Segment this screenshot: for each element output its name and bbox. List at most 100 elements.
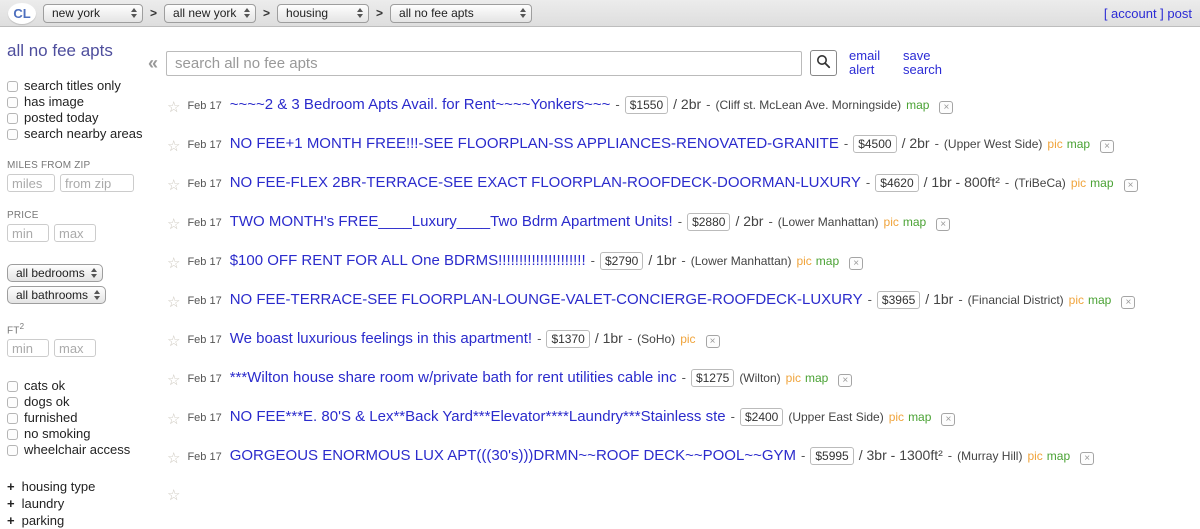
neighborhood: (Lower Manhattan)	[690, 254, 792, 268]
map-link[interactable]: map	[816, 254, 839, 268]
listing-title-link[interactable]: NO FEE+1 MONTH FREE!!!-SEE FLOORPLAN-SS …	[230, 135, 839, 152]
neighborhood: (SoHo)	[637, 332, 676, 346]
checkbox-furnished[interactable]: furnished	[7, 410, 148, 426]
listing-title-link[interactable]: NO FEE-FLEX 2BR-TERRACE-SEE EXACT FLOORP…	[230, 174, 861, 191]
checkbox-icon[interactable]	[7, 396, 18, 408]
hide-post-icon[interactable]: ×	[1080, 451, 1095, 465]
checkbox-icon[interactable]	[7, 80, 18, 92]
pic-link[interactable]: pic	[786, 371, 801, 385]
map-link[interactable]: map	[1067, 137, 1090, 151]
city-select[interactable]: new york	[43, 3, 143, 23]
hide-post-icon[interactable]: ×	[941, 412, 956, 426]
hide-post-icon[interactable]: ×	[705, 334, 720, 348]
checkbox-dogs-ok[interactable]: dogs ok	[7, 394, 148, 410]
checkbox-icon[interactable]	[7, 128, 18, 140]
favorite-star-icon[interactable]: ☆	[167, 332, 180, 350]
search-button[interactable]	[810, 50, 838, 76]
area-select[interactable]: all new york	[164, 3, 257, 23]
map-link[interactable]: map	[903, 215, 926, 229]
favorite-star-icon[interactable]: ☆	[167, 137, 180, 155]
category-select[interactable]: all no fee apts	[390, 3, 533, 23]
favorite-star-icon[interactable]: ☆	[167, 176, 180, 194]
checkbox-search-nearby-areas[interactable]: search nearby areas	[7, 126, 148, 142]
checkbox-icon[interactable]	[7, 412, 18, 424]
listing-title-link[interactable]: NO FEE***E. 80'S & Lex**Back Yard***Elev…	[230, 408, 726, 425]
save-search-link[interactable]: save search	[903, 49, 947, 77]
bedroom-size-info: / 3br - 1300ft²	[858, 447, 943, 463]
craigslist-logo[interactable]: CL	[8, 2, 36, 24]
listing-title-link[interactable]: TWO MONTH's FREE____Luxury____Two Bdrm A…	[230, 213, 673, 230]
map-link[interactable]: map	[805, 371, 828, 385]
listing-title-link[interactable]: ~~~~2 & 3 Bedroom Apts Avail. for Rent~~…	[230, 96, 611, 113]
expander-laundry[interactable]: + laundry	[7, 495, 148, 512]
hide-post-icon[interactable]: ×	[1100, 139, 1115, 153]
neighborhood: (Wilton)	[739, 371, 781, 385]
checkbox-icon[interactable]	[7, 428, 18, 440]
favorite-star-icon[interactable]: ☆	[167, 254, 180, 272]
listing-title-link[interactable]: ***Wilton house share room w/private bat…	[230, 369, 677, 386]
pic-link[interactable]: pic	[796, 254, 811, 268]
pic-link[interactable]: pic	[1047, 137, 1062, 151]
favorite-star-icon[interactable]: ☆	[167, 371, 180, 389]
hide-post-icon[interactable]: ×	[1121, 295, 1136, 309]
listing-title-link[interactable]: $100 OFF RENT FOR ALL One BDRMS!!!!!!!!!…	[230, 252, 586, 269]
checkbox-no-smoking[interactable]: no smoking	[7, 426, 148, 442]
map-link[interactable]: map	[1090, 176, 1113, 190]
hide-post-icon[interactable]: ×	[849, 256, 864, 270]
favorite-star-icon[interactable]: ☆	[167, 98, 180, 116]
checkbox-cats-ok[interactable]: cats ok	[7, 378, 148, 394]
favorite-star-icon[interactable]: ☆	[167, 449, 180, 467]
favorite-star-icon[interactable]: ☆	[167, 215, 180, 233]
neighborhood: (Upper East Side)	[788, 410, 884, 424]
expander-housing-type[interactable]: + housing type	[7, 478, 148, 495]
hide-post-icon[interactable]: ×	[1123, 178, 1138, 192]
map-link[interactable]: map	[908, 410, 931, 424]
hide-post-icon[interactable]: ×	[936, 217, 951, 231]
map-link[interactable]: map	[1047, 449, 1070, 463]
section-select[interactable]: housing	[277, 3, 370, 23]
checkbox-icon[interactable]	[7, 96, 18, 108]
search-option-checkboxes: search titles only has image posted toda…	[7, 78, 148, 142]
bed-hood-separator: -	[706, 97, 711, 112]
pic-link[interactable]: pic	[889, 410, 904, 424]
zip-input[interactable]	[60, 174, 134, 192]
checkbox-posted-today[interactable]: posted today	[7, 110, 148, 126]
pic-link[interactable]: pic	[1027, 449, 1042, 463]
bedrooms-select[interactable]: all bedrooms	[7, 264, 103, 282]
pic-link[interactable]: pic	[1069, 293, 1084, 307]
collapse-sidebar-icon[interactable]: «	[148, 53, 158, 74]
checkbox-icon[interactable]	[7, 380, 18, 392]
search-input[interactable]	[166, 50, 803, 76]
favorite-star-icon[interactable]: ☆	[167, 410, 180, 428]
pic-link[interactable]: pic	[1071, 176, 1086, 190]
bathrooms-select[interactable]: all bathrooms	[7, 286, 107, 304]
filter-expanders: + housing type + laundry + parking	[7, 478, 148, 529]
favorite-star-icon[interactable]: ☆	[167, 293, 180, 311]
map-link[interactable]: map	[906, 98, 929, 112]
account-link[interactable]: [ account ]	[1104, 6, 1164, 21]
price-min-input[interactable]	[7, 224, 49, 242]
checkbox-icon[interactable]	[7, 444, 18, 456]
listing-row: ☆ Feb 17 TWO MONTH's FREE____Luxury____T…	[167, 213, 1200, 235]
sqft-max-input[interactable]	[54, 339, 96, 358]
title-price-separator: -	[590, 253, 595, 268]
miles-input[interactable]	[7, 174, 55, 192]
email-alert-link[interactable]: email alert	[849, 49, 893, 77]
checkbox-wheelchair-access[interactable]: wheelchair access	[7, 442, 148, 458]
bed-hood-separator: -	[958, 292, 963, 307]
listing-title-link[interactable]: GORGEOUS ENORMOUS LUX APT(((30's)))DRMN~…	[230, 447, 796, 464]
post-link[interactable]: post	[1167, 6, 1192, 21]
hide-post-icon[interactable]: ×	[838, 373, 853, 387]
sqft-min-input[interactable]	[7, 339, 49, 358]
listing-title-link[interactable]: NO FEE-TERRACE-SEE FLOORPLAN-LOUNGE-VALE…	[230, 291, 863, 308]
pic-link[interactable]: pic	[680, 332, 695, 346]
listing-title-link[interactable]: We boast luxurious feelings in this apar…	[230, 330, 532, 347]
expander-parking[interactable]: + parking	[7, 512, 148, 529]
hide-post-icon[interactable]: ×	[939, 100, 954, 114]
checkbox-search-titles-only[interactable]: search titles only	[7, 78, 148, 94]
checkbox-has-image[interactable]: has image	[7, 94, 148, 110]
checkbox-icon[interactable]	[7, 112, 18, 124]
map-link[interactable]: map	[1088, 293, 1111, 307]
price-max-input[interactable]	[54, 224, 96, 242]
pic-link[interactable]: pic	[884, 215, 899, 229]
